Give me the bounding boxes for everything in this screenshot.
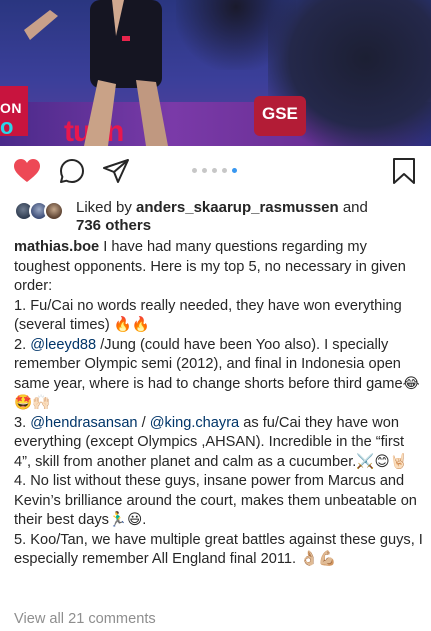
mention-link[interactable]: @leeyd88 — [30, 337, 96, 353]
mention-link[interactable]: @hendrasansan — [30, 415, 137, 431]
mention-link[interactable]: @king.chayra — [150, 415, 239, 431]
caption-item-2: 2. @leeyd88 /Jung (could have been Yoo a… — [14, 336, 424, 414]
photo-ad-text: o — [0, 114, 14, 139]
post-action-bar — [0, 152, 431, 192]
caption-item-4: 4. No list without these guys, insane po… — [14, 473, 417, 528]
caption-item-3: 3. @hendrasansan / @king.chayra as fu/Ca… — [14, 414, 424, 473]
caption-item-2-prefix: 2. — [14, 336, 31, 353]
likes-summary[interactable]: Liked by anders_skaarup_rasmussen and 73… — [14, 199, 424, 235]
bookmark-icon[interactable] — [389, 156, 419, 186]
heart-icon[interactable] — [12, 156, 42, 186]
carousel-indicator — [192, 168, 237, 173]
caption-item-3-prefix: 3. — [14, 414, 31, 431]
avatar — [44, 201, 64, 221]
caption-username[interactable]: mathias.boe — [14, 239, 99, 255]
carousel-dot-active — [232, 168, 237, 173]
caption-item-3-sep: / — [137, 414, 150, 431]
liker-avatars — [14, 201, 70, 221]
photo-player-left — [24, 0, 168, 146]
share-icon[interactable] — [101, 156, 131, 186]
likes-text: Liked by anders_skaarup_rasmussen and 73… — [76, 199, 416, 235]
caption-item-1: 1. Fu/Cai no words really needed, they h… — [14, 297, 402, 334]
carousel-dot — [192, 168, 197, 173]
carousel-dot — [222, 168, 227, 173]
likes-conj: and — [338, 199, 368, 216]
carousel-dot — [212, 168, 217, 173]
photo-ad-text: GSE — [262, 104, 298, 123]
post-photo[interactable]: ON o tuen GSE — [0, 0, 431, 146]
likes-others[interactable]: 736 others — [76, 217, 151, 234]
view-all-comments-link[interactable]: View all 21 comments — [14, 611, 156, 627]
caption-intro: mathias.boe I have had many questions re… — [14, 238, 424, 297]
comment-icon[interactable] — [57, 156, 87, 186]
liker-username[interactable]: anders_skaarup_rasmussen — [136, 199, 339, 216]
likes-prefix: Liked by — [76, 199, 137, 216]
carousel-dot — [202, 168, 207, 173]
post-caption: mathias.boe I have had many questions re… — [14, 238, 424, 570]
caption-item-5: 5. Koo/Tan, we have multiple great battl… — [14, 531, 423, 568]
